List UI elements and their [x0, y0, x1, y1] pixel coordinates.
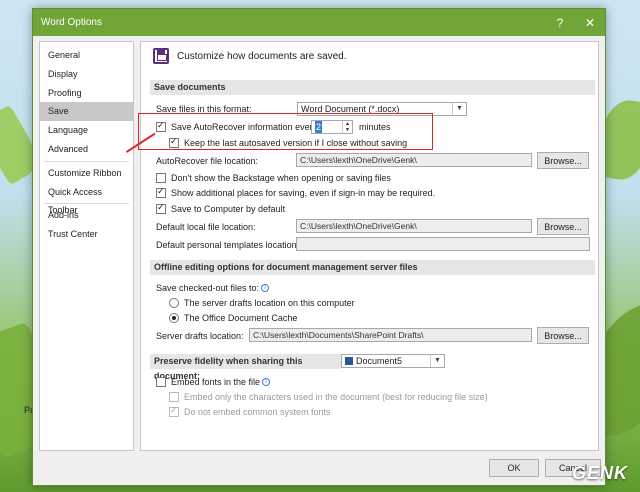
autorecover-location-label: AutoRecover file location: [156, 156, 259, 166]
options-sidebar: General Display Proofing Save Language A… [39, 41, 134, 451]
no-common-fonts-row: Do not embed common system fonts [169, 405, 331, 417]
sidebar-item-display[interactable]: Display [40, 65, 133, 84]
panel-header-text: Customize how documents are saved. [177, 50, 347, 62]
checked-out-label: Save checked-out files to: [156, 283, 260, 293]
save-to-computer-checkbox[interactable] [156, 202, 166, 214]
window-title: Word Options [41, 17, 102, 28]
server-drafts-location-label: Server drafts location: [156, 331, 244, 341]
fidelity-document-select[interactable]: Document5 ▼ [341, 354, 445, 368]
sidebar-item-add-ins[interactable]: Add-ins [40, 206, 133, 225]
default-local-label: Default local file location: [156, 222, 256, 232]
office-cache-radio[interactable] [169, 313, 179, 323]
autorecover-location-field[interactable]: C:\Users\lexth\OneDrive\Genk\ [296, 153, 532, 167]
chevron-down-icon[interactable]: ▼ [452, 103, 466, 115]
show-places-checkbox[interactable] [156, 186, 166, 198]
office-cache-option-row: The Office Document Cache [169, 313, 297, 323]
browse-server-drafts-button[interactable]: Browse... [537, 327, 589, 344]
fidelity-document-value: Document5 [356, 356, 403, 366]
info-icon[interactable]: i [262, 378, 271, 386]
embed-only-checkbox[interactable] [169, 392, 179, 402]
browse-default-local-button[interactable]: Browse... [537, 218, 589, 235]
sidebar-item-trust-center[interactable]: Trust Center [40, 225, 133, 244]
genk-watermark: GENK [571, 463, 628, 483]
show-places-label: Show additional places for saving, even … [171, 188, 436, 198]
word-options-dialog: Word Options ? ✕ General Display Proofin… [32, 8, 606, 486]
office-cache-option-label: The Office Document Cache [184, 313, 298, 323]
dont-show-backstage-row: Don't show the Backstage when opening or… [156, 173, 391, 183]
section-save-documents: Save documents [150, 80, 595, 95]
embed-fonts-checkbox[interactable] [156, 377, 166, 387]
title-bar: Word Options ? ✕ [33, 9, 605, 36]
show-places-row: Show additional places for saving, even … [156, 186, 436, 198]
save-to-computer-label: Save to Computer by default [171, 204, 286, 214]
sidebar-item-general[interactable]: General [40, 46, 133, 65]
help-button[interactable]: ? [545, 9, 575, 36]
save-to-computer-row: Save to Computer by default [156, 202, 286, 214]
sidebar-item-customize-ribbon[interactable]: Customize Ribbon [40, 164, 133, 183]
server-drafts-option-row: The server drafts location on this compu… [169, 298, 355, 308]
default-local-field[interactable]: C:\Users\lexth\OneDrive\Genk\ [296, 219, 532, 233]
browse-autorecover-button[interactable]: Browse... [537, 152, 589, 169]
embed-fonts-label: Embed fonts in the file [171, 377, 261, 387]
server-drafts-radio[interactable] [169, 298, 179, 308]
panel-header: Customize how documents are saved. [153, 48, 347, 64]
dont-show-backstage-label: Don't show the Backstage when opening or… [171, 173, 391, 183]
save-options-panel: Customize how documents are saved. Save … [140, 41, 599, 451]
chevron-down-icon[interactable]: ▼ [430, 355, 444, 367]
dont-show-backstage-checkbox[interactable] [156, 173, 166, 183]
sidebar-divider [44, 160, 129, 162]
checked-out-label-row: Save checked-out files to: i [156, 283, 270, 293]
section-preserve-fidelity: Preserve fidelity when sharing this docu… [150, 354, 341, 381]
embed-fonts-row: Embed fonts in the file i [156, 377, 271, 387]
server-drafts-location-field[interactable]: C:\Users\lexth\Documents\SharePoint Draf… [249, 328, 532, 342]
embed-only-row: Embed only the characters used in the do… [169, 392, 488, 402]
default-templates-label: Default personal templates location: [156, 240, 300, 250]
word-document-icon [345, 357, 353, 365]
sidebar-item-advanced[interactable]: Advanced [40, 140, 133, 159]
sidebar-item-proofing[interactable]: Proofing [40, 84, 133, 103]
sidebar-item-quick-access-toolbar[interactable]: Quick Access Toolbar [40, 183, 133, 216]
sidebar-item-language[interactable]: Language [40, 121, 133, 140]
sidebar-item-save[interactable]: Save [40, 102, 133, 122]
section-offline-editing: Offline editing options for document man… [150, 260, 595, 275]
embed-only-label: Embed only the characters used in the do… [184, 392, 488, 402]
default-templates-field[interactable] [296, 237, 590, 251]
info-icon[interactable]: i [261, 284, 270, 292]
ok-button[interactable]: OK [489, 459, 539, 477]
server-drafts-option-label: The server drafts location on this compu… [184, 298, 355, 308]
annotation-highlight-box [138, 113, 433, 150]
dialog-body: General Display Proofing Save Language A… [39, 41, 599, 451]
close-button[interactable]: ✕ [575, 9, 605, 36]
no-common-fonts-checkbox[interactable] [169, 405, 179, 417]
no-common-fonts-label: Do not embed common system fonts [184, 407, 331, 417]
floppy-disk-icon [153, 48, 169, 64]
